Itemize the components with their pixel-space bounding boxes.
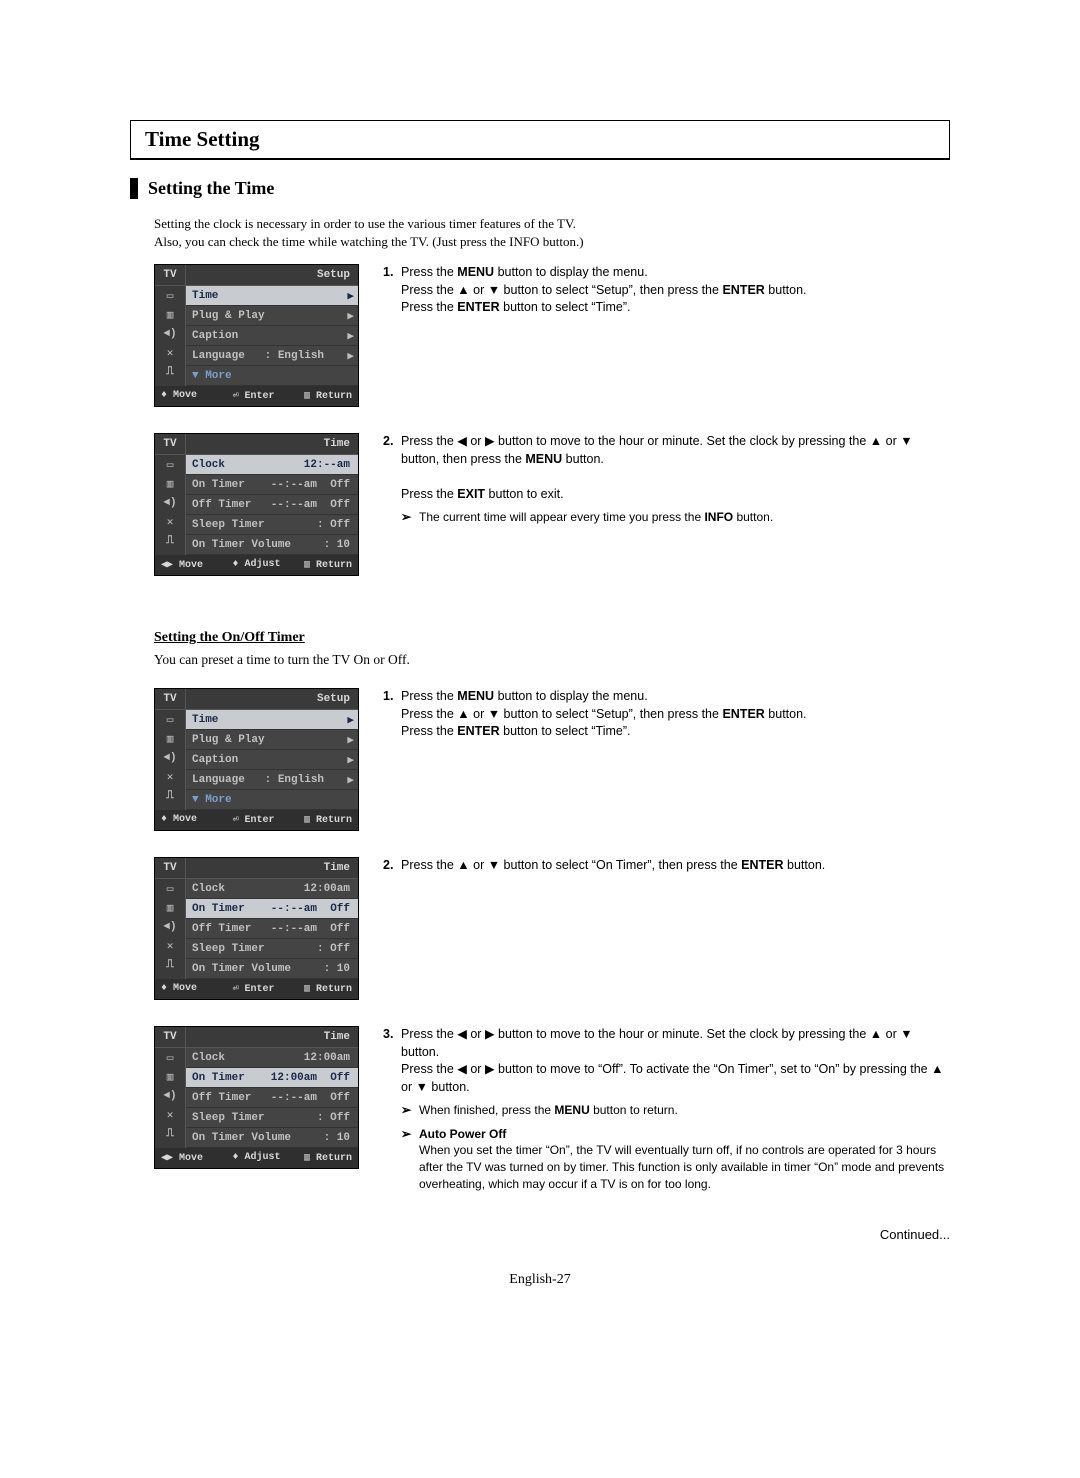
continued-label: Continued... xyxy=(130,1227,950,1242)
channel-icon: ◄) xyxy=(155,324,185,343)
osd-title: Time xyxy=(186,434,358,454)
osd-setup: TV Setup ▭ ▥ ◄) ✕ ⎍ Time▶ Plu xyxy=(154,264,359,407)
s2-step-1: 1. Press the MENU button to display the … xyxy=(383,688,950,741)
osd-tv-label: TV xyxy=(155,858,186,878)
title-bar: Time Setting xyxy=(131,121,949,159)
menu-row-language: Language : English▶ xyxy=(186,346,358,366)
setup-icon: ✕ xyxy=(155,343,185,362)
osd-title: Setup xyxy=(186,689,358,709)
channel-icon: ◄) xyxy=(155,493,185,512)
osd-time-c: TV Time ▭ ▥ ◄) ✕ ⎍ Clock12:00am xyxy=(154,1026,359,1169)
step-2: 2. Press the ◀ or ▶ button to move to th… xyxy=(383,433,950,527)
s2-step-2: 2. Press the ▲ or ▼ button to select “On… xyxy=(383,857,950,875)
intro-text: Setting the clock is necessary in order … xyxy=(154,215,950,250)
osd-setup-b: TV Setup ▭ ▥ ◄) ✕ ⎍ Time▶ Plu xyxy=(154,688,359,831)
osd-time-b: TV Time ▭ ▥ ◄) ✕ ⎍ Clock12:00am xyxy=(154,857,359,1000)
menu-row-offtimer: Off Timer--:--am Off xyxy=(186,495,358,515)
input-icon: ⎍ xyxy=(155,786,185,805)
menu-row-ontimer: On Timer--:--am Off xyxy=(186,475,358,495)
page-title: Time Setting xyxy=(145,127,935,152)
s2-step-3: 3. Press the ◀ or ▶ button to move to th… xyxy=(383,1026,950,1193)
page-number: English-27 xyxy=(130,1272,950,1288)
setup-icon: ✕ xyxy=(155,512,185,531)
menu-row-more: ▼ More xyxy=(186,366,358,386)
subsection-desc: You can preset a time to turn the TV On … xyxy=(154,652,950,668)
heading-bar xyxy=(130,178,138,199)
picture-icon: ▭ xyxy=(155,1048,185,1067)
osd-tv-label: TV xyxy=(155,689,186,709)
input-icon: ⎍ xyxy=(155,1124,185,1143)
input-icon: ⎍ xyxy=(155,955,185,974)
menu-row-sleep: Sleep Timer: Off xyxy=(186,515,358,535)
setup-icon: ✕ xyxy=(155,767,185,786)
sound-icon: ▥ xyxy=(155,898,185,917)
input-icon: ⎍ xyxy=(155,531,185,550)
menu-row-caption: Caption▶ xyxy=(186,326,358,346)
setup-icon: ✕ xyxy=(155,1105,185,1124)
step-1: 1. Press the MENU button to display the … xyxy=(383,264,950,317)
sound-icon: ▥ xyxy=(155,305,185,324)
channel-icon: ◄) xyxy=(155,1086,185,1105)
section-heading: Setting the Time xyxy=(130,178,950,199)
page-frame: Time Setting xyxy=(130,120,950,160)
picture-icon: ▭ xyxy=(155,710,185,729)
menu-row-plug: Plug & Play▶ xyxy=(186,306,358,326)
sound-icon: ▥ xyxy=(155,474,185,493)
osd-tv-label: TV xyxy=(155,434,186,454)
picture-icon: ▭ xyxy=(155,879,185,898)
osd-title: Setup xyxy=(186,265,358,285)
menu-row-volume: On Timer Volume: 10 xyxy=(186,535,358,555)
section-title: Setting the Time xyxy=(148,178,274,199)
sound-icon: ▥ xyxy=(155,729,185,748)
menu-row-time: Time▶ xyxy=(186,286,358,306)
sound-icon: ▥ xyxy=(155,1067,185,1086)
osd-tv-label: TV xyxy=(155,265,186,285)
setup-icon: ✕ xyxy=(155,936,185,955)
channel-icon: ◄) xyxy=(155,748,185,767)
picture-icon: ▭ xyxy=(155,286,185,305)
channel-icon: ◄) xyxy=(155,917,185,936)
osd-tv-label: TV xyxy=(155,1027,186,1047)
osd-time-a: TV Time ▭ ▥ ◄) ✕ ⎍ Clock12:--am xyxy=(154,433,359,576)
picture-icon: ▭ xyxy=(155,455,185,474)
osd-title: Time xyxy=(186,858,358,878)
osd-title: Time xyxy=(186,1027,358,1047)
input-icon: ⎍ xyxy=(155,362,185,381)
subsection-heading: Setting the On/Off Timer xyxy=(154,630,950,646)
menu-row-clock: Clock12:--am xyxy=(186,455,358,475)
